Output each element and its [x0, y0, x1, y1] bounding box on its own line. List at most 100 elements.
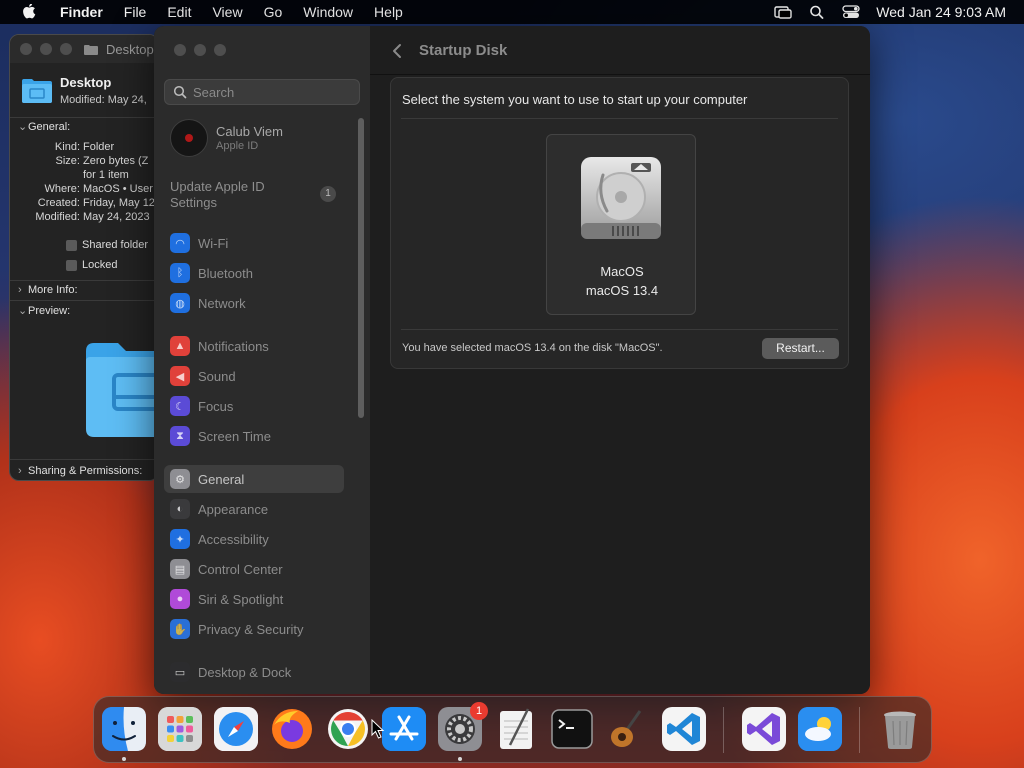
- menu-app-finder[interactable]: Finder: [60, 4, 103, 20]
- chevron-right-icon: ›: [18, 465, 22, 477]
- checkbox-box[interactable]: [66, 259, 77, 271]
- menu-window[interactable]: Window: [303, 4, 353, 20]
- apple-menu-icon[interactable]: [18, 4, 40, 20]
- sidebar-item-notifications[interactable]: ▲ Notifications: [164, 332, 344, 360]
- sidebar-item-sound[interactable]: ◀ Sound: [164, 362, 344, 390]
- sidebar-item-network[interactable]: ◍ Network: [164, 289, 344, 317]
- minimize-button[interactable]: [40, 43, 52, 55]
- close-button[interactable]: [174, 44, 186, 56]
- app-store-dock-icon[interactable]: [382, 707, 426, 751]
- divider: [10, 459, 158, 460]
- menu-help[interactable]: Help: [374, 4, 403, 20]
- settings-sidebar: Search Calub Viem Apple ID Update Apple …: [154, 26, 370, 694]
- sidebar-item-screen-time[interactable]: ⧗ Screen Time: [164, 422, 344, 450]
- sidebar-item-bluetooth[interactable]: ᛒ Bluetooth: [164, 259, 344, 287]
- bluetooth-icon: ᛒ: [170, 263, 190, 283]
- sidebar-item-appearance[interactable]: ◐ Appearance: [164, 495, 344, 523]
- sidebar-item-wifi[interactable]: ◠ Wi-Fi: [164, 229, 344, 257]
- finder-info-window: Desktop Desktop Modified: May 24, ⌄Gener…: [9, 34, 159, 481]
- wifi-icon: ◠: [170, 233, 190, 253]
- avatar: [170, 119, 208, 157]
- divider: [10, 300, 158, 301]
- running-indicator: [122, 757, 126, 761]
- startup-disk-pane: Startup Disk Select the system you want …: [370, 26, 870, 694]
- garageband-dock-icon[interactable]: [606, 707, 650, 751]
- disk-os-version: macOS 13.4: [585, 283, 659, 298]
- textedit-dock-icon[interactable]: [494, 707, 538, 751]
- terminal-dock-icon[interactable]: [550, 707, 594, 751]
- shared-folder-checkbox[interactable]: Shared folder: [66, 239, 148, 251]
- general-section-toggle[interactable]: ⌄General:: [18, 120, 70, 133]
- textedit-icon: [500, 708, 532, 749]
- firefox-icon: [272, 709, 312, 749]
- user-subtitle: Apple ID: [216, 140, 259, 152]
- sidebar-item-privacy-security[interactable]: ✋ Privacy & Security: [164, 615, 344, 643]
- locked-checkbox[interactable]: Locked: [66, 259, 117, 271]
- weather-cloud-icon: [798, 707, 842, 751]
- preview-section-toggle[interactable]: ⌄Preview:: [18, 304, 70, 317]
- chrome-icon: [328, 709, 368, 749]
- control-center-icon[interactable]: [842, 5, 860, 19]
- sidebar-item-siri-spotlight[interactable]: ● Siri & Spotlight: [164, 585, 344, 613]
- dock-separator: [859, 707, 860, 753]
- finder-window-title: Desktop: [106, 41, 154, 57]
- menu-go[interactable]: Go: [264, 4, 283, 20]
- hand-icon: ✋: [170, 619, 190, 639]
- folder-icon: [84, 44, 98, 55]
- trash-icon: [884, 711, 916, 749]
- safari-dock-icon[interactable]: [214, 707, 258, 751]
- sharing-permissions-section-toggle[interactable]: › Sharing & Permissions:: [18, 465, 142, 477]
- desktop-folder-icon: [22, 79, 52, 103]
- sidebar-item-control-center[interactable]: ▤ Control Center: [164, 555, 344, 583]
- vscode-icon: [662, 707, 706, 751]
- sidebar-scrollbar[interactable]: [358, 118, 364, 418]
- menu-edit[interactable]: Edit: [167, 4, 191, 20]
- chrome-dock-icon[interactable]: [326, 707, 370, 751]
- spotlight-search-icon[interactable]: [808, 5, 826, 19]
- menu-bar-clock[interactable]: Wed Jan 24 9:03 AM: [876, 4, 1006, 20]
- divider: [401, 118, 838, 119]
- search-icon: [173, 85, 187, 99]
- window-controls: [174, 44, 234, 56]
- back-chevron-icon[interactable]: [390, 42, 404, 60]
- selection-status: You have selected macOS 13.4 on the disk…: [402, 342, 663, 354]
- terminal-icon: [551, 709, 593, 749]
- control-center-icon: ▤: [170, 559, 190, 579]
- visual-studio-dock-icon[interactable]: [742, 707, 786, 751]
- sidebar-item-focus[interactable]: ☾ Focus: [164, 392, 344, 420]
- mouse-pointer-icon: [371, 719, 385, 739]
- sidebar-item-desktop-dock[interactable]: ▭ Desktop & Dock: [164, 658, 344, 686]
- minimize-button[interactable]: [194, 44, 206, 56]
- startup-disk-panel: Select the system you want to use to sta…: [390, 77, 849, 369]
- divider: [401, 329, 838, 330]
- system-settings-badge: 1: [470, 702, 488, 720]
- menu-view[interactable]: View: [212, 4, 242, 20]
- chevron-right-icon: ›: [18, 284, 22, 296]
- dock-icon: ▭: [170, 662, 190, 682]
- disk-name: MacOS: [600, 264, 644, 279]
- checkbox-box[interactable]: [66, 239, 77, 251]
- launchpad-dock-icon[interactable]: [158, 707, 202, 751]
- finder-dock-icon[interactable]: [102, 707, 146, 751]
- sidebar-item-general[interactable]: ⚙ General: [164, 465, 344, 493]
- startup-disk-option[interactable]: MacOS macOS 13.4: [546, 134, 696, 315]
- hard-drive-icon: [581, 157, 661, 239]
- close-button[interactable]: [20, 43, 32, 55]
- sidebar-item-accessibility[interactable]: ✦ Accessibility: [164, 525, 344, 553]
- zoom-button[interactable]: [214, 44, 226, 56]
- update-apple-id-settings-link[interactable]: Update Apple ID Settings: [170, 179, 290, 211]
- settings-search-field[interactable]: Search: [164, 79, 360, 105]
- more-info-section-toggle[interactable]: › More Info:: [18, 284, 78, 296]
- zoom-button[interactable]: [60, 43, 72, 55]
- menu-file[interactable]: File: [124, 4, 147, 20]
- apple-id-account[interactable]: Calub Viem Apple ID: [170, 119, 283, 157]
- vscode-dock-icon[interactable]: [662, 707, 706, 751]
- folder-preview-icon: [86, 343, 158, 437]
- trash-dock-icon[interactable]: [878, 707, 922, 751]
- siri-icon: ●: [170, 589, 190, 609]
- restart-button[interactable]: Restart...: [762, 338, 839, 359]
- firefox-dock-icon[interactable]: [270, 707, 314, 751]
- weather-dock-icon[interactable]: [798, 707, 842, 751]
- globe-icon: ◍: [170, 293, 190, 313]
- screen-mirroring-icon[interactable]: [774, 5, 792, 19]
